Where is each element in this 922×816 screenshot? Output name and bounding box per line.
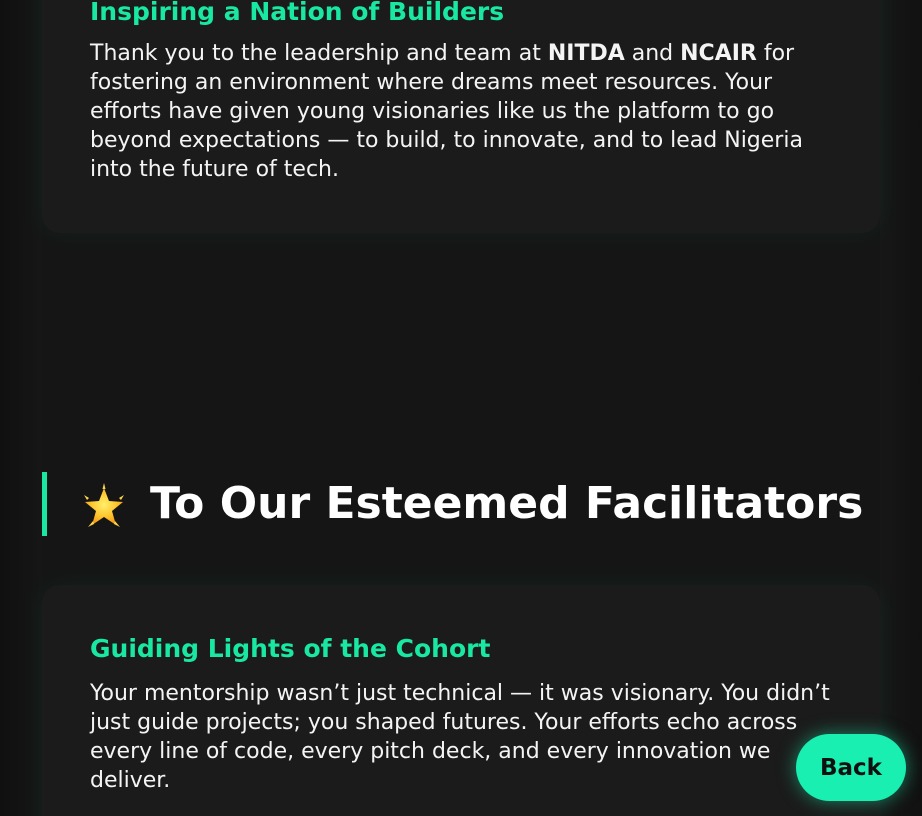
facilitators-section-heading: To Our Esteemed Facilitators: [42, 472, 902, 536]
card-paragraph: Your mentorship wasn’t just technical — …: [90, 681, 830, 793]
nitda-ncair-card: Inspiring a Nation of Builders Thank you…: [42, 0, 880, 233]
card-paragraph: Thank you to the leadership and team at …: [90, 39, 850, 184]
nitda-name: NITDA: [547, 41, 625, 66]
facilitators-card: Guiding Lights of the Cohort Your mentor…: [42, 585, 880, 816]
page-left-edge: [0, 0, 42, 816]
heading-accent-bar: [42, 472, 47, 536]
glowing-star-icon: [78, 482, 130, 534]
section-title: To Our Esteemed Facilitators: [150, 478, 864, 529]
card-title: Guiding Lights of the Cohort: [90, 634, 491, 663]
card-title: Inspiring a Nation of Builders: [90, 0, 505, 26]
ncair-name: NCAIR: [680, 41, 757, 66]
paragraph-text: and: [624, 41, 681, 66]
back-button[interactable]: Back: [796, 734, 906, 801]
paragraph-text: Thank you to the leadership and team at: [90, 41, 548, 66]
page-right-edge: [880, 0, 922, 816]
